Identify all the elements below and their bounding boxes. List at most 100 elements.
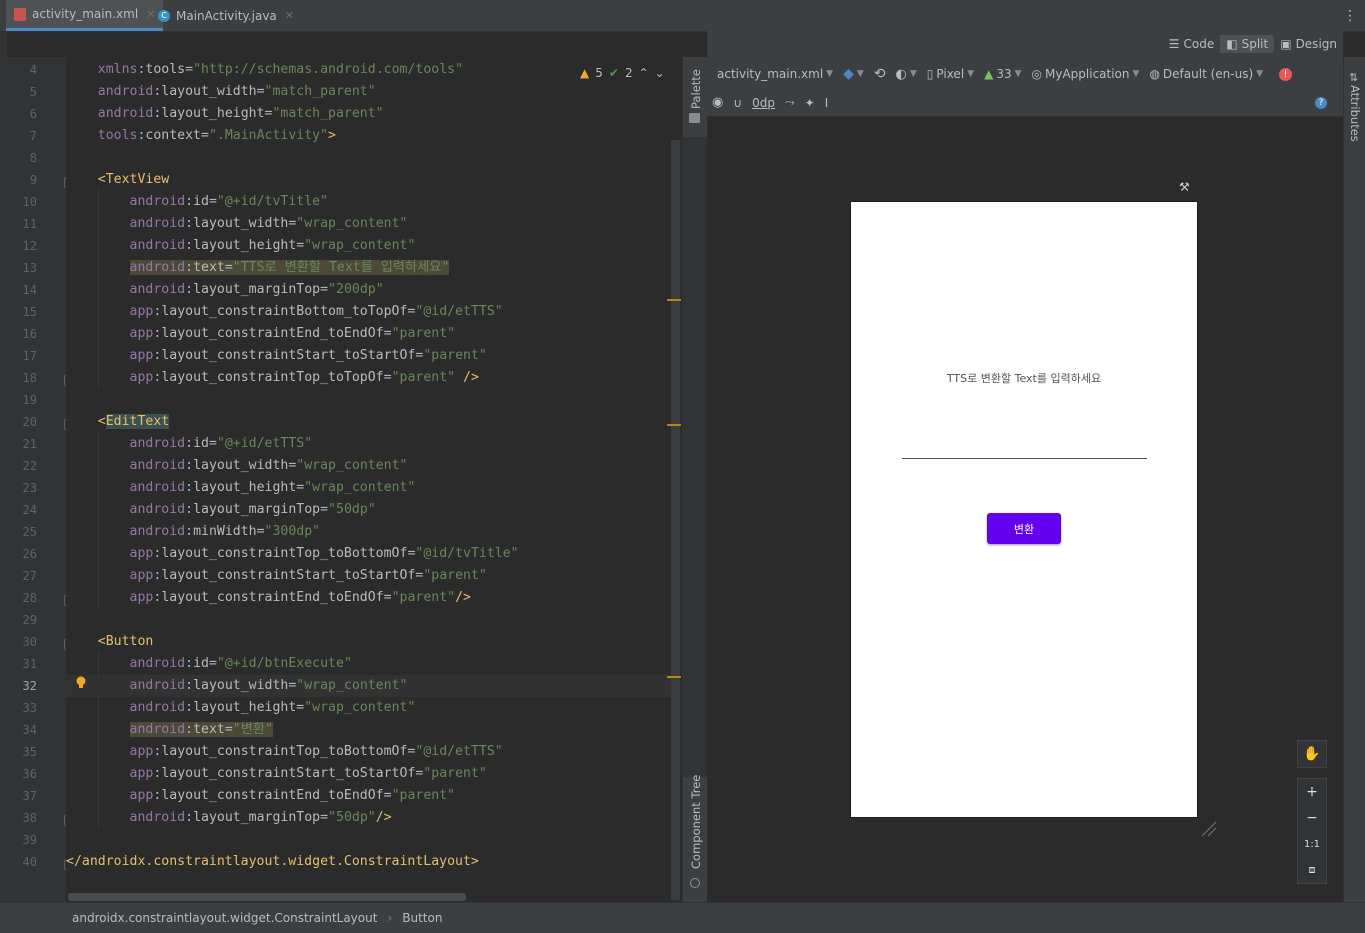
chevron-up-icon[interactable]: ⌃ xyxy=(639,66,649,80)
code-line[interactable]: app:layout_constraintEnd_toEndOf="parent… xyxy=(66,785,456,807)
tab-main-activity-java[interactable]: C MainActivity.java ✕ xyxy=(152,0,300,31)
code-line[interactable]: android:id="@+id/etTTS" xyxy=(66,433,313,455)
code-line[interactable]: android:layout_width="wrap_content" xyxy=(66,675,671,697)
code-line[interactable]: app:layout_constraintTop_toBottomOf="@id… xyxy=(66,543,519,565)
code-line[interactable]: android:layout_width="wrap_content" xyxy=(66,213,408,235)
code-token: layout_width xyxy=(193,678,289,693)
editor-scrollbar[interactable] xyxy=(671,140,680,900)
zoom-out-button[interactable]: − xyxy=(1297,805,1327,831)
error-stripe-marker[interactable] xyxy=(667,676,681,678)
code-token: "parent" xyxy=(391,326,456,341)
code-line[interactable]: android:minWidth="300dp" xyxy=(66,521,321,543)
code-line[interactable]: <EditText xyxy=(66,411,170,433)
preview-button[interactable]: 변환 xyxy=(987,513,1061,544)
code-line[interactable]: </androidx.constraintlayout.widget.Const… xyxy=(66,851,479,873)
code-mode-button[interactable]: ☰ Code xyxy=(1163,35,1221,53)
wrench-icon[interactable]: ⚒ xyxy=(1179,180,1190,194)
error-stripe-marker[interactable] xyxy=(667,424,681,426)
split-mode-button[interactable]: ◧ Split xyxy=(1220,35,1275,53)
code-line[interactable]: app:layout_constraintTop_toTopOf="parent… xyxy=(66,367,479,389)
theme-selector[interactable]: ◎ MyApplication ▼ xyxy=(1032,67,1140,81)
preview-edit-text[interactable] xyxy=(902,458,1147,459)
code-line[interactable]: <TextView xyxy=(66,169,169,191)
default-margin-button[interactable]: 0dp xyxy=(752,96,775,110)
night-mode-button[interactable]: ◐ ▼ xyxy=(896,67,917,82)
code-line[interactable]: app:layout_constraintBottom_toTopOf="@id… xyxy=(66,301,503,323)
infer-constraints-button[interactable]: ✦ xyxy=(805,96,815,110)
code-token: = xyxy=(224,260,233,275)
error-stripe-marker[interactable] xyxy=(667,299,681,301)
code-content: android:layout_marginTop="50dp" xyxy=(130,502,376,517)
code-line[interactable]: android:id="@+id/tvTitle" xyxy=(66,191,329,213)
guidelines-button[interactable]: Ι xyxy=(825,96,829,110)
code-line[interactable]: app:layout_constraintEnd_toEndOf="parent… xyxy=(66,587,471,609)
code-line[interactable]: <Button xyxy=(66,631,154,653)
chevron-down-icon[interactable]: ⌄ xyxy=(655,66,665,80)
lightbulb-icon[interactable] xyxy=(75,676,87,693)
design-mode-button[interactable]: ▣ Design xyxy=(1274,35,1343,53)
code-token: : xyxy=(185,194,194,209)
clear-constraints-button[interactable]: ⤳ xyxy=(785,95,795,110)
code-line[interactable]: android:layout_marginTop="200dp" xyxy=(66,279,384,301)
code-line[interactable]: android:layout_height="wrap_content" xyxy=(66,697,416,719)
xml-file-icon xyxy=(14,7,26,21)
design-surface-button[interactable]: ◆ ▼ xyxy=(843,66,864,82)
code-line[interactable]: app:layout_constraintStart_toStartOf="pa… xyxy=(66,565,487,587)
code-token: layout_constraintTop_toTopOf xyxy=(161,370,384,385)
code-line[interactable]: android:layout_marginTop="50dp" xyxy=(66,499,376,521)
breadcrumb-item[interactable]: androidx.constraintlayout.widget.Constra… xyxy=(72,911,377,925)
chevron-down-icon: ▼ xyxy=(1256,69,1264,79)
file-selector[interactable]: activity_main.xml ▼ xyxy=(717,67,833,81)
zoom-fit-button[interactable]: ⧈ xyxy=(1297,857,1327,884)
resize-handle-icon[interactable] xyxy=(1200,820,1218,838)
code-line[interactable]: android:id="@+id/btnExecute" xyxy=(66,653,352,675)
code-line[interactable]: android:text="TTS로 변환할 Text를 입력하세요" xyxy=(66,257,450,279)
preview-text-view[interactable]: TTS로 변환할 Text를 입력하세요 xyxy=(851,370,1197,386)
palette-tab[interactable]: Palette xyxy=(689,69,703,109)
device-preview[interactable] xyxy=(851,202,1197,817)
view-options-button[interactable]: ◉ xyxy=(712,95,723,110)
code-line[interactable]: android:layout_width="wrap_content" xyxy=(66,455,408,477)
code-line[interactable]: xmlns:tools="http://schemas.android.com/… xyxy=(66,59,463,81)
more-options-icon[interactable]: ⋮ xyxy=(1343,8,1357,24)
close-icon[interactable]: ✕ xyxy=(285,9,294,22)
code-line[interactable]: android:layout_height="match_parent" xyxy=(66,103,384,125)
autoconnect-button[interactable]: ∪ xyxy=(733,96,742,110)
code-token: minWidth xyxy=(193,524,257,539)
chevron-down-icon: ▼ xyxy=(909,69,917,79)
locale-selector[interactable]: ◍ Default (en-us) ▼ xyxy=(1149,67,1263,81)
code-lines[interactable]: xmlns:tools="http://schemas.android.com/… xyxy=(66,57,671,902)
error-indicator[interactable]: ! xyxy=(1279,67,1293,81)
code-content: app:layout_constraintEnd_toEndOf="parent… xyxy=(130,326,456,341)
code-line[interactable]: android:layout_marginTop="50dp"/> xyxy=(66,807,392,829)
horizontal-scrollbar[interactable] xyxy=(68,893,466,901)
code-line[interactable]: android:layout_height="wrap_content" xyxy=(66,235,416,257)
code-line[interactable]: app:layout_constraintStart_toStartOf="pa… xyxy=(66,345,487,367)
code-icon: ☰ xyxy=(1168,37,1180,51)
zoom-actual-size-button[interactable]: 1:1 xyxy=(1297,831,1327,857)
code-line[interactable]: android:text="변환" xyxy=(66,719,273,741)
code-token: app xyxy=(129,568,154,583)
inspection-status[interactable]: ▲ 5 ✔ 2 ⌃ ⌄ xyxy=(580,64,665,82)
code-token: : xyxy=(185,458,194,473)
code-line[interactable]: tools:context=".MainActivity"> xyxy=(66,125,336,147)
code-line[interactable]: app:layout_constraintStart_toStartOf="pa… xyxy=(66,763,487,785)
code-token: app xyxy=(129,326,154,341)
code-line[interactable]: app:layout_constraintEnd_toEndOf="parent… xyxy=(66,323,456,345)
component-tree-tab[interactable]: Component Tree xyxy=(689,775,703,869)
orientation-button[interactable]: ⟲ xyxy=(874,66,886,82)
help-button[interactable]: ? xyxy=(1315,96,1327,109)
code-token: : xyxy=(185,260,194,275)
code-line[interactable]: android:layout_width="match_parent" xyxy=(66,81,376,103)
zoom-in-button[interactable]: + xyxy=(1297,778,1327,805)
breadcrumb-item[interactable]: Button xyxy=(402,911,442,925)
tab-activity-main-xml[interactable]: activity_main.xml ✕ xyxy=(6,0,164,31)
code-token: layout_constraintTop_toBottomOf xyxy=(161,744,408,759)
hand-icon: ✋ xyxy=(1303,746,1321,762)
code-line[interactable]: android:layout_height="wrap_content" xyxy=(66,477,416,499)
device-selector[interactable]: ▯ Pixel ▼ xyxy=(927,67,974,81)
code-line[interactable]: app:layout_constraintTop_toBottomOf="@id… xyxy=(66,741,503,763)
code-content: app:layout_constraintStart_toStartOf="pa… xyxy=(130,348,487,363)
pan-button[interactable]: ✋ xyxy=(1297,740,1327,768)
api-selector[interactable]: ▲ 33 ▼ xyxy=(984,67,1021,81)
